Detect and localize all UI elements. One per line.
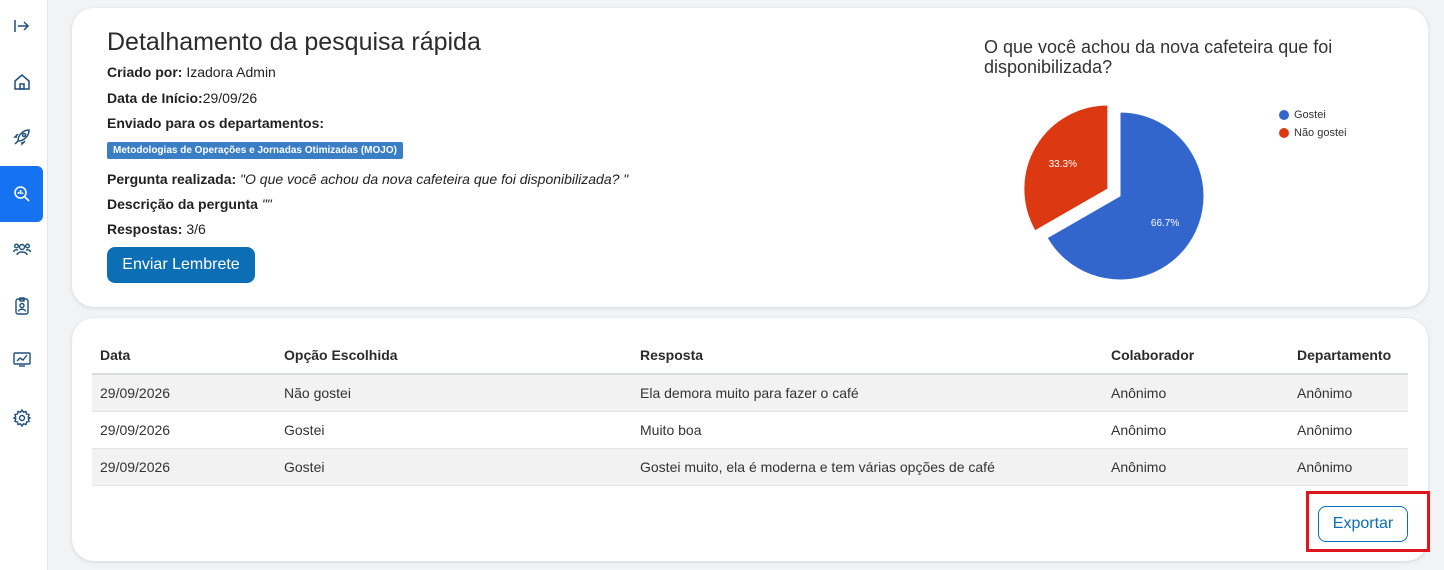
header-collaborator[interactable]: Colaborador	[1103, 336, 1289, 375]
question-line: Pergunta realizada: "O que você achou da…	[107, 171, 628, 187]
cell-collaborator: Anônimo	[1103, 448, 1289, 486]
cell-department: Anônimo	[1289, 411, 1408, 449]
cell-collaborator: Anônimo	[1103, 411, 1289, 449]
pie-chart: 66.7% 33.3%	[1023, 104, 1205, 281]
cell-option: Gostei	[276, 448, 632, 486]
cell-date: 29/09/2026	[92, 411, 276, 449]
created-by-line: Criado por: Izadora Admin	[107, 64, 276, 80]
legend-label: Gostei	[1294, 109, 1326, 121]
pie-label: 33.3%	[1049, 159, 1077, 170]
sidebar-users-icon[interactable]	[0, 227, 43, 271]
cell-response: Muito boa	[632, 411, 1103, 449]
sidebar-collapse-icon[interactable]	[0, 4, 43, 48]
header-response[interactable]: Resposta	[632, 336, 1103, 375]
question-value: "O que você achou da nova cafeteira que …	[236, 171, 629, 187]
cell-department: Anônimo	[1289, 374, 1408, 412]
sidebar-chart-growth-icon[interactable]	[0, 337, 43, 381]
start-date-value: 29/09/26	[202, 90, 258, 106]
legend-dot-icon	[1279, 110, 1289, 120]
table-header-row: Data Opção Escolhida Resposta Colaborado…	[92, 336, 1408, 375]
cell-option: Gostei	[276, 411, 632, 449]
question-label: Pergunta realizada:	[107, 171, 237, 187]
sidebar-gear-icon[interactable]	[0, 396, 43, 440]
legend-dot-icon	[1279, 128, 1289, 138]
table-row: 29/09/2026 Gostei Gostei muito, ela é mo…	[92, 448, 1408, 486]
cell-option: Não gostei	[276, 374, 632, 412]
description-value: ""	[257, 196, 272, 212]
pie-label: 66.7%	[1151, 218, 1179, 229]
created-by-label: Criado por:	[107, 64, 183, 80]
header-option[interactable]: Opção Escolhida	[276, 336, 632, 375]
cell-date: 29/09/2026	[92, 448, 276, 486]
description-line: Descrição da pergunta ""	[107, 196, 272, 212]
page-title: Detalhamento da pesquisa rápida	[107, 28, 481, 56]
sidebar	[0, 0, 48, 570]
legend-item[interactable]: Não gostei	[1279, 124, 1347, 142]
cell-response: Ela demora muito para fazer o café	[632, 374, 1103, 412]
legend-label: Não gostei	[1294, 127, 1347, 139]
survey-detail-card: Detalhamento da pesquisa rápida Criado p…	[72, 8, 1428, 307]
responses-label: Respostas:	[107, 221, 183, 237]
send-reminder-button[interactable]: Enviar Lembrete	[107, 247, 255, 283]
responses-value: 3/6	[182, 221, 206, 237]
cell-date: 29/09/2026	[92, 374, 276, 412]
sidebar-badge-icon[interactable]	[0, 284, 43, 328]
description-label: Descrição da pergunta	[107, 196, 258, 212]
header-data[interactable]: Data	[92, 336, 276, 375]
responses-card: Data Opção Escolhida Resposta Colaborado…	[72, 318, 1428, 561]
sent-to-label: Enviado para os departamentos:	[107, 115, 325, 131]
export-button[interactable]: Exportar	[1318, 506, 1408, 542]
sent-to-line: Enviado para os departamentos:	[107, 115, 324, 131]
cell-department: Anônimo	[1289, 448, 1408, 486]
responses-table: Data Opção Escolhida Resposta Colaborado…	[92, 336, 1408, 486]
created-by-value: Izadora Admin	[182, 64, 276, 80]
start-date-line: Data de Início:29/09/26	[107, 90, 257, 106]
sidebar-rocket-icon[interactable]	[0, 115, 43, 159]
department-badge: Metodologias de Operações e Jornadas Oti…	[107, 142, 403, 159]
chart-title: O que você achou da nova cafeteira que f…	[984, 37, 1333, 77]
header-department[interactable]: Departamento	[1289, 336, 1408, 375]
chart-legend: Gostei Não gostei	[1279, 106, 1347, 142]
legend-item[interactable]: Gostei	[1279, 106, 1347, 124]
cell-response: Gostei muito, ela é moderna e tem várias…	[632, 448, 1103, 486]
responses-line: Respostas: 3/6	[107, 221, 206, 237]
sidebar-survey-icon[interactable]	[0, 166, 43, 222]
table-row: 29/09/2026 Gostei Muito boa Anônimo Anôn…	[92, 411, 1408, 449]
cell-collaborator: Anônimo	[1103, 374, 1289, 412]
sidebar-home-icon[interactable]	[0, 60, 43, 104]
table-row: 29/09/2026 Não gostei Ela demora muito p…	[92, 374, 1408, 412]
start-date-label: Data de Início:	[107, 90, 203, 106]
